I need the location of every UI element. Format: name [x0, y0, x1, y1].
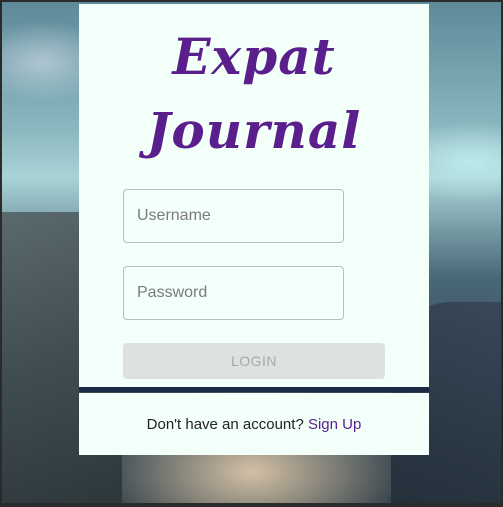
app-title-line2: Journal: [146, 101, 362, 160]
signup-prompt: Don't have an account?: [146, 415, 304, 433]
card-divider: [79, 387, 429, 392]
background-landscape-image: Expat Journal LOGIN Don't have an accoun…: [2, 2, 501, 503]
username-input[interactable]: [123, 189, 344, 243]
signup-footer: Don't have an account? Sign Up: [79, 393, 429, 455]
login-card: Expat Journal LOGIN: [79, 4, 429, 389]
signup-link[interactable]: Sign Up: [308, 416, 361, 433]
password-input[interactable]: [123, 266, 344, 320]
app-title-line1: Expat: [172, 27, 336, 86]
login-button[interactable]: LOGIN: [123, 343, 385, 379]
